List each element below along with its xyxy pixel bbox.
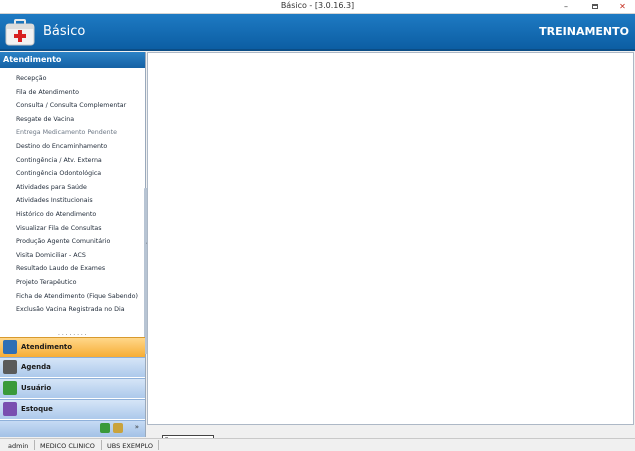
main-content-area — [147, 52, 634, 425]
sidebar-item[interactable]: Fila de Atendimento — [0, 86, 140, 100]
section-title: Atendimento — [0, 52, 145, 68]
sidebar-item[interactable]: Contingência / Atv. Externa — [0, 154, 140, 168]
status-bar: admin MEDICO CLINICO UBS EXEMPLO — [0, 438, 635, 451]
minimize-button[interactable]: – — [556, 0, 576, 14]
sidebar-item[interactable]: Entrega Medicamento Pendente — [0, 126, 140, 140]
nav-button-label: Estoque — [21, 405, 53, 413]
status-user: admin — [8, 442, 29, 450]
nav-button-label: Agenda — [21, 363, 51, 371]
sidebar: Atendimento Recepção Fila de Atendimento C… — [0, 52, 148, 437]
sidebar-item[interactable]: Visualizar Fila de Consultas — [0, 222, 140, 236]
sidebar-item[interactable]: Resgate de Vacina — [0, 113, 140, 127]
sidebar-item[interactable]: Atividades Institucionais — [0, 194, 140, 208]
sidebar-item[interactable]: Projeto Terapêutico — [0, 276, 140, 290]
messages-tab[interactable]: Sem mensagens — [150, 426, 214, 445]
nav-button[interactable]: Agenda — [0, 357, 145, 377]
status-unit: UBS EXEMPLO — [107, 442, 153, 450]
nav-overflow-bar: » — [0, 420, 145, 437]
user-icon — [3, 381, 17, 395]
sidebar-item[interactable]: Destino do Encaminhamento — [0, 140, 140, 154]
nav-button[interactable]: Usuário — [0, 378, 145, 398]
sidebar-menu: Recepção Fila de Atendimento Consulta / Co… — [0, 72, 140, 317]
calendar-icon — [3, 360, 17, 374]
nav-button[interactable]: Atendimento — [0, 337, 145, 357]
app-name: Básico — [43, 24, 86, 39]
sidebar-item[interactable]: Histórico do Atendimento — [0, 208, 140, 222]
sidebar-item[interactable]: Consulta / Consulta Complementar — [0, 99, 140, 113]
nav-button-label: Usuário — [21, 384, 52, 392]
maximize-button[interactable] — [585, 0, 605, 14]
sidebar-item[interactable]: Resultado Laudo de Exames — [0, 262, 140, 276]
sidebar-item[interactable]: Produção Agente Comunitário — [0, 235, 140, 249]
status-separator — [34, 440, 35, 450]
stethoscope-icon — [3, 340, 17, 354]
warehouse-icon — [3, 402, 17, 416]
window-titlebar: Básico - [3.0.16.3] – ✕ — [0, 0, 635, 14]
sidebar-item[interactable]: Exclusão Vacina Registrada no Dia — [0, 303, 140, 317]
app-header: Básico TREINAMENTO — [0, 14, 635, 51]
status-role: MEDICO CLINICO — [40, 442, 95, 450]
nav-button[interactable]: Estoque — [0, 399, 145, 419]
window-title: Básico - [3.0.16.3] — [280, 1, 355, 10]
sidebar-item[interactable]: Visita Domiciliar - ACS — [0, 249, 140, 263]
nav-button-label: Atendimento — [21, 343, 73, 351]
sidebar-item[interactable]: Contingência Odontológica — [0, 167, 140, 181]
medical-kit-icon — [5, 19, 35, 46]
sidebar-item[interactable]: Recepção — [0, 72, 140, 86]
status-separator — [158, 440, 159, 450]
sidebar-item[interactable]: Ficha de Atendimento (Fique Sabendo) — [0, 290, 140, 304]
environment-label: TREINAMENTO — [539, 25, 629, 38]
status-separator — [101, 440, 102, 450]
sidebar-item[interactable]: Atividades para Saúde — [0, 181, 140, 195]
tools-mini-icon[interactable] — [113, 423, 123, 433]
user-mini-icon[interactable] — [100, 423, 110, 433]
close-button[interactable]: ✕ — [610, 0, 635, 14]
maximize-icon — [592, 4, 598, 9]
chevron-down-icon[interactable]: » — [135, 423, 139, 431]
